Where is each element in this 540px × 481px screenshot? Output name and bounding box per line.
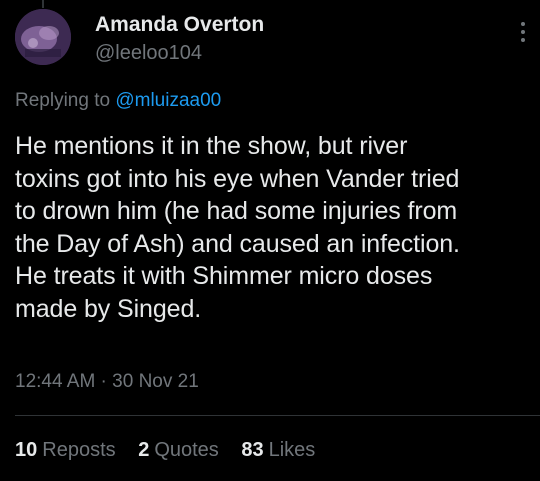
dot: [521, 38, 525, 42]
replying-to-label: Replying to: [15, 90, 111, 111]
replying-to: Replying to @mluizaa00: [15, 90, 221, 112]
likes-count: 83: [241, 439, 264, 461]
quotes-count: 2: [138, 439, 150, 461]
divider: [15, 415, 540, 416]
tweet-text-line: He mentions it in the show, but river: [15, 132, 408, 160]
dot: [521, 22, 525, 26]
tweet-text-line: made by Singed.: [15, 294, 202, 323]
avatar-image: [15, 9, 71, 65]
author-handle[interactable]: @leeloo104: [95, 42, 202, 65]
reposts-count: 10: [15, 439, 38, 461]
likes-label: Likes: [268, 439, 316, 461]
tweet-text-line: toxins got into his eye when Vander trie…: [15, 164, 460, 193]
thread-connector-line: [42, 0, 44, 8]
quotes-stat[interactable]: 2 Quotes: [138, 439, 219, 461]
reposts-label: Reposts: [42, 439, 116, 461]
replying-to-mention-link[interactable]: @mluizaa00: [115, 90, 221, 111]
engagement-stats: 10 Reposts 2 Quotes 83 Likes: [15, 439, 332, 462]
avatar[interactable]: [15, 9, 71, 65]
likes-stat[interactable]: 83 Likes: [241, 439, 315, 461]
reposts-stat[interactable]: 10 Reposts: [15, 439, 116, 461]
tweet-timestamp[interactable]: 12:44 AM · 30 Nov 21: [15, 371, 199, 393]
tweet-text: He mentions it in the show, but river to…: [15, 130, 535, 325]
author-display-name[interactable]: Amanda Overton: [95, 13, 264, 37]
tweet-text-line: the Day of Ash) and caused an infection.: [15, 229, 460, 258]
tweet-text-line: He treats it with Shimmer micro doses: [15, 262, 433, 290]
dot: [521, 30, 525, 34]
quotes-label: Quotes: [154, 439, 219, 461]
tweet-text-line: to drown him (he had some injuries from: [15, 197, 458, 225]
more-vertical-icon[interactable]: [518, 22, 528, 48]
